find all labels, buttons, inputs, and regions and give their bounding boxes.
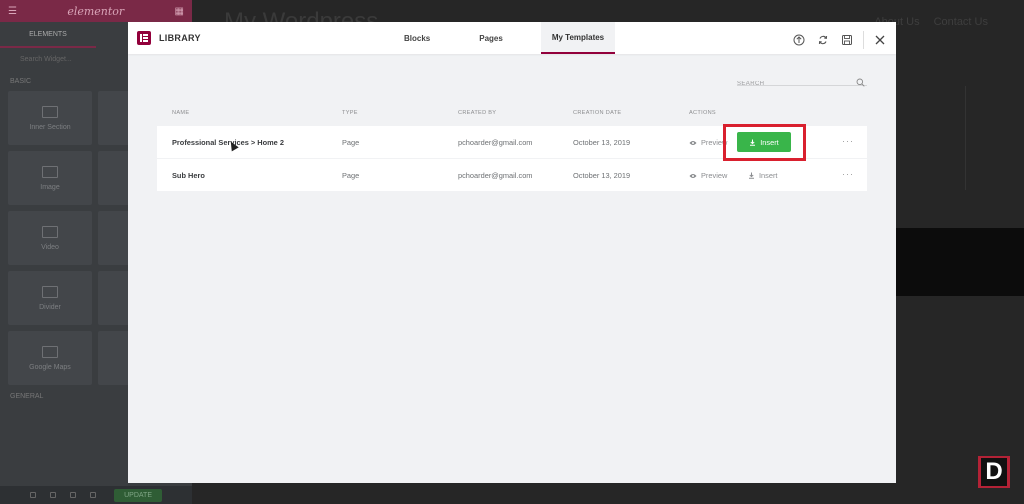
table-header: NAME TYPE CREATED BY CREATION DATE ACTIO…	[157, 110, 867, 120]
template-author: pchoarder@gmail.com	[458, 138, 533, 147]
editor-brand: elementor	[67, 4, 125, 18]
upload-icon[interactable]	[793, 34, 805, 46]
template-date: October 13, 2019	[573, 171, 631, 180]
update-button[interactable]: UPDATE	[114, 488, 162, 502]
sync-icon[interactable]	[817, 34, 829, 46]
grid-icon[interactable]: ▦	[175, 6, 184, 17]
widget-label: Google Maps	[29, 363, 71, 371]
site-section-outline	[965, 86, 966, 190]
library-tabs: Blocks Pages My Templates	[393, 22, 616, 54]
columns-icon	[42, 105, 58, 118]
insert-label: Insert	[759, 171, 778, 180]
widget-label: Video	[41, 243, 59, 251]
watermark-logo: D	[978, 456, 1010, 488]
nav-item[interactable]: Contact Us	[934, 16, 988, 28]
widget-label: Image	[40, 183, 60, 191]
template-search	[737, 72, 867, 90]
watermark-letter: D	[981, 458, 1007, 486]
save-icon[interactable]	[841, 34, 853, 46]
navigator-icon[interactable]	[50, 492, 56, 498]
widget-image[interactable]: Image	[8, 151, 92, 205]
divider-icon	[42, 285, 58, 298]
template-type: Page	[342, 138, 360, 147]
widget-divider[interactable]: Divider	[8, 271, 92, 325]
close-icon[interactable]	[874, 34, 886, 46]
preview-button[interactable]: Preview	[689, 138, 727, 147]
search-icon[interactable]	[856, 74, 865, 92]
col-type: TYPE	[342, 110, 358, 116]
template-date: October 13, 2019	[573, 138, 631, 147]
tab-blocks[interactable]: Blocks	[393, 22, 441, 54]
template-author: pchoarder@gmail.com	[458, 171, 533, 180]
table-row: Sub Hero Page pchoarder@gmail.com Octobe…	[157, 159, 867, 191]
image-icon	[42, 165, 58, 178]
annotation-highlight-box	[723, 124, 806, 161]
widget-inner-section[interactable]: Inner Section	[8, 91, 92, 145]
editor-footer: UPDATE	[0, 486, 192, 504]
search-input[interactable]	[737, 78, 847, 90]
col-actions: ACTIONS	[689, 110, 716, 116]
hamburger-icon[interactable]: ☰	[8, 6, 17, 17]
library-modal: LIBRARY Blocks Pages My Templates SEARCH…	[128, 22, 896, 483]
editor-topbar: ☰ elementor ▦	[0, 0, 192, 22]
map-icon	[42, 345, 58, 358]
widget-label: Divider	[39, 303, 61, 311]
template-type: Page	[342, 171, 360, 180]
tab-pages[interactable]: Pages	[468, 22, 514, 54]
template-name: Sub Hero	[172, 171, 205, 180]
tab-my-templates[interactable]: My Templates	[540, 22, 616, 54]
widget-video[interactable]: Video	[8, 211, 92, 265]
col-created-by: CREATED BY	[458, 110, 497, 116]
header-divider	[863, 31, 864, 49]
library-title: LIBRARY	[159, 33, 201, 43]
preview-label: Preview	[701, 171, 728, 180]
responsive-icon[interactable]	[90, 492, 96, 498]
site-dark-section	[896, 228, 1024, 296]
header-actions	[793, 31, 886, 49]
download-icon	[749, 172, 754, 179]
col-creation-date: CREATION DATE	[573, 110, 622, 116]
widget-google-maps[interactable]: Google Maps	[8, 331, 92, 385]
history-icon[interactable]	[70, 492, 76, 498]
elementor-logo-icon	[137, 31, 151, 45]
eye-icon	[689, 140, 697, 145]
video-icon	[42, 225, 58, 238]
more-options-button[interactable]: ···	[842, 136, 854, 146]
modal-header: LIBRARY Blocks Pages My Templates	[128, 22, 896, 54]
tab-elements[interactable]: ELEMENTS	[0, 23, 96, 48]
eye-icon	[689, 173, 697, 178]
more-options-button[interactable]: ···	[842, 169, 854, 179]
col-name: NAME	[172, 110, 190, 116]
widget-label: Inner Section	[29, 123, 71, 131]
settings-icon[interactable]	[30, 492, 36, 498]
preview-button[interactable]: Preview	[689, 171, 727, 180]
insert-button[interactable]: Insert	[748, 171, 777, 180]
